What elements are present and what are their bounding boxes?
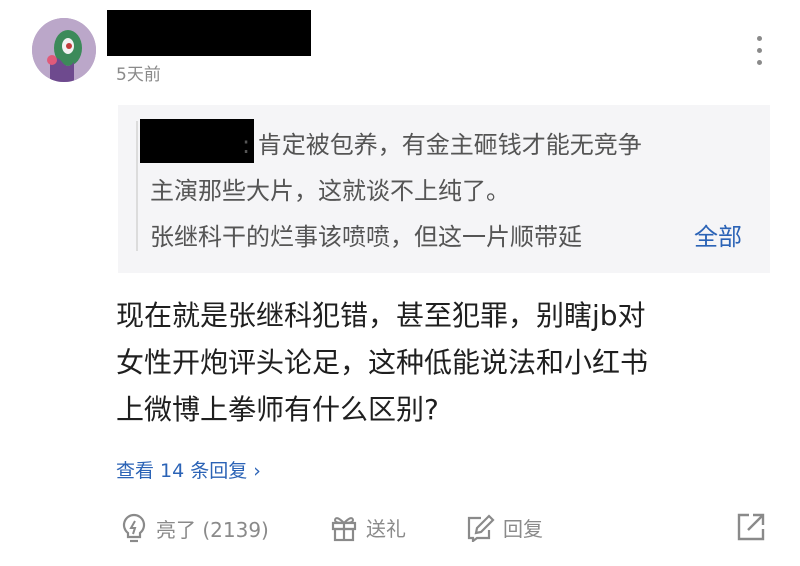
reply-edit-icon	[467, 513, 495, 542]
quoted-comment[interactable]: : 肯定被包养，有金主砸钱才能无竞争 主演那些大片，这就谈不上纯了。 张继科干的…	[118, 105, 770, 273]
share-icon	[737, 513, 765, 541]
gift-button[interactable]: 送礼	[330, 513, 406, 542]
like-label: 亮了 (2139)	[156, 517, 269, 542]
view-replies-label: 查看 14 条回复	[116, 460, 248, 482]
more-icon[interactable]	[756, 36, 764, 72]
username-redacted	[107, 10, 311, 56]
quote-line-3: 张继科干的烂事该喷喷，但这一片顺带延	[150, 223, 582, 251]
comment-body-line: 上微博上拳师有什么区别?	[116, 393, 439, 426]
quote-line-2: 主演那些大片，这就谈不上纯了。	[150, 177, 510, 205]
reply-label: 回复	[503, 517, 543, 541]
expand-quote-link[interactable]: 全部	[694, 217, 742, 252]
reply-button[interactable]: 回复	[465, 513, 543, 542]
comment-body-line: 女性开炮评头论足，这种低能说法和小红书	[116, 346, 649, 379]
like-button[interactable]: 亮了 (2139)	[120, 513, 269, 543]
view-replies-link[interactable]: 查看 14 条回复 ›	[116, 456, 261, 483]
comment-body-line: 现在就是张继科犯错，甚至犯罪，别瞎jb对	[116, 299, 646, 332]
gift-label: 送礼	[366, 517, 406, 541]
quote-fade	[638, 213, 688, 257]
avatar-image	[32, 18, 96, 82]
quote-bar	[136, 121, 138, 251]
share-button[interactable]	[735, 511, 775, 543]
lightbulb-icon	[122, 513, 146, 543]
action-bar: 亮了 (2139) 送礼 回复	[0, 505, 800, 555]
comment-body: 现在就是张继科犯错，甚至犯罪，别瞎jb对 女性开炮评头论足，这种低能说法和小红书…	[116, 292, 766, 433]
quote-line-1: : 肯定被包养，有金主砸钱才能无竞争	[242, 131, 642, 159]
comment-time: 5天前	[116, 65, 161, 85]
chevron-right-icon: ›	[253, 460, 261, 482]
avatar[interactable]	[32, 18, 96, 82]
gift-icon	[331, 516, 357, 541]
quoted-username-redacted	[140, 119, 254, 163]
